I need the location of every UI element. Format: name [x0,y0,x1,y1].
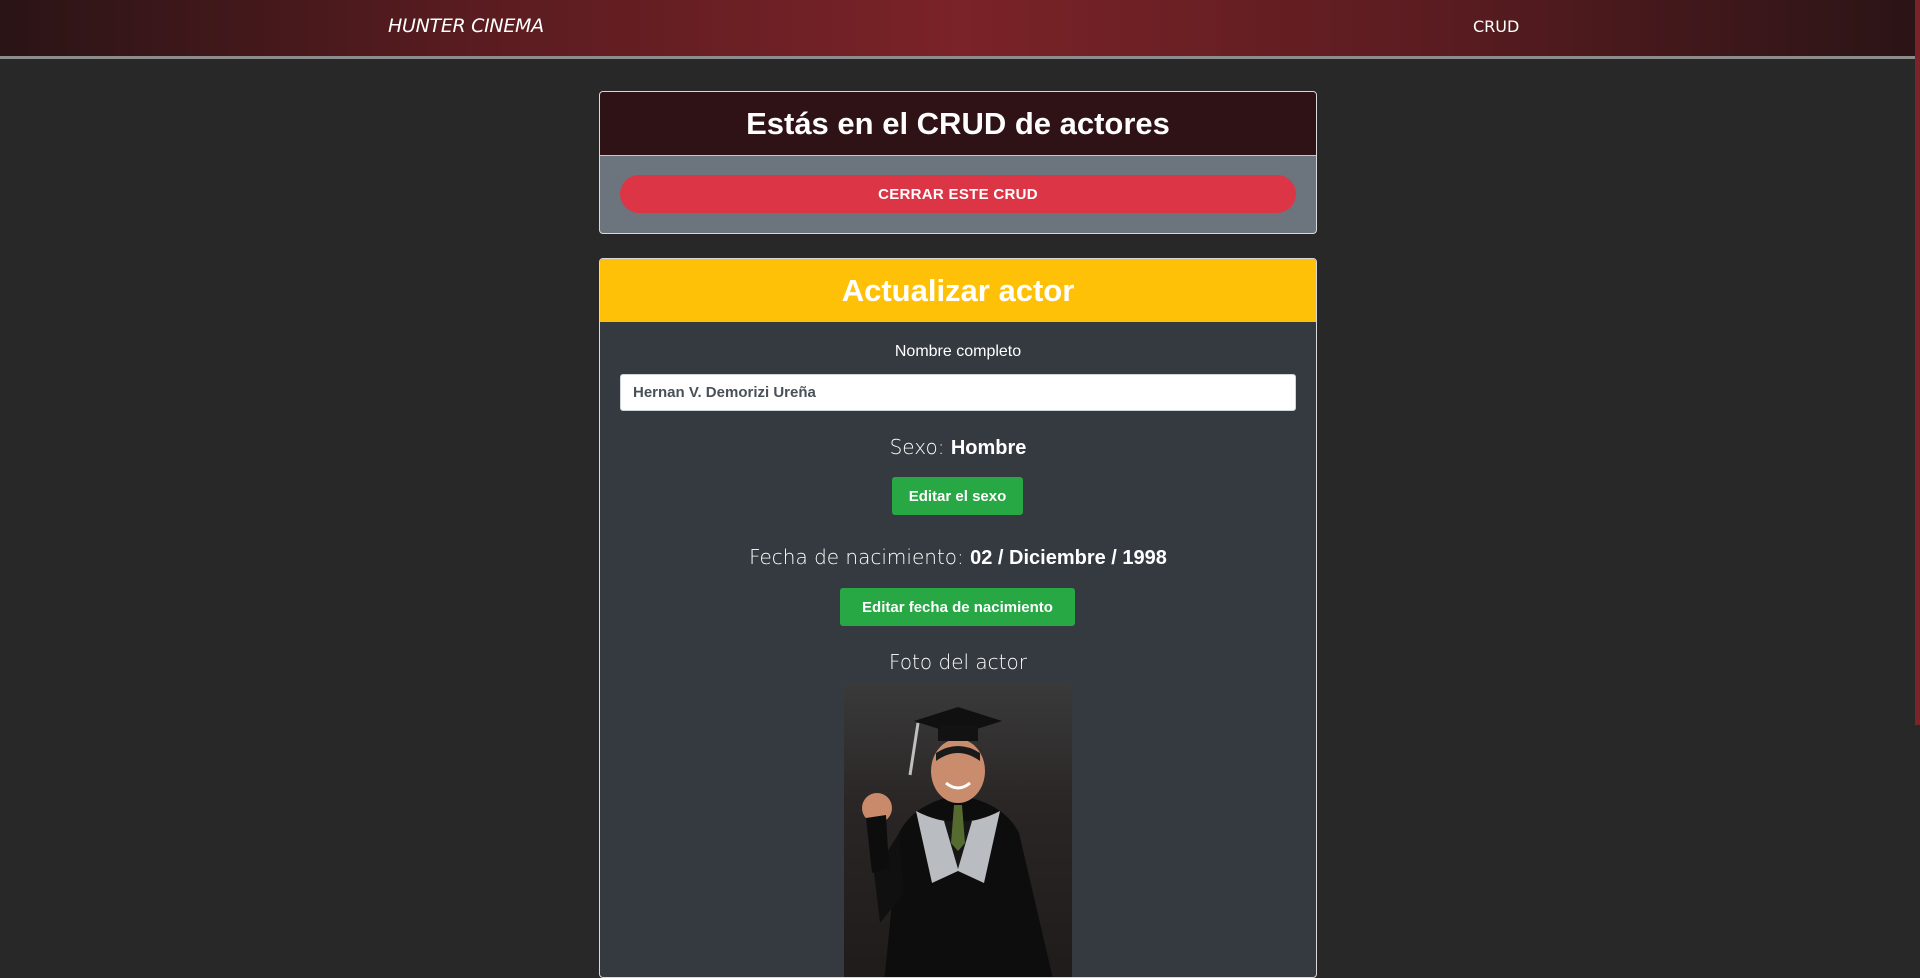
sex-display: Sexo: Hombre [600,435,1316,460]
sex-value: Hombre [950,437,1027,459]
edit-birth-date-button[interactable]: Editar fecha de nacimiento [840,588,1075,626]
crud-info-card: Estás en el CRUD de actores CERRAR ESTE … [599,91,1317,234]
sex-label: Sexo: [889,435,945,459]
edit-sex-button[interactable]: Editar el sexo [892,477,1023,515]
close-crud-button[interactable]: CERRAR ESTE CRUD [620,175,1296,213]
page-edge-accent [1915,0,1920,725]
actor-photo [844,683,1072,977]
graduate-portrait-image [862,707,1053,977]
birth-date-label: Fecha de nacimiento: [749,545,964,569]
nav-link-crud[interactable]: CRUD [1473,17,1519,36]
top-navbar: HUNTER CINEMA CRUD [0,0,1920,59]
update-card-title: Actualizar actor [600,259,1316,322]
brand-logo-link[interactable]: HUNTER CINEMA [388,15,544,37]
birth-date-value: 02 / Diciembre / 1998 [970,547,1167,569]
crud-card-title: Estás en el CRUD de actores [600,92,1316,156]
full-name-input[interactable] [620,374,1296,411]
photo-label: Foto del actor [889,650,1027,674]
name-field-label: Nombre completo [894,343,1022,360]
update-actor-card: Actualizar actor Nombre completo Sexo: H… [599,258,1317,978]
birth-date-display: Fecha de nacimiento: 02 / Diciembre / 19… [600,545,1316,570]
